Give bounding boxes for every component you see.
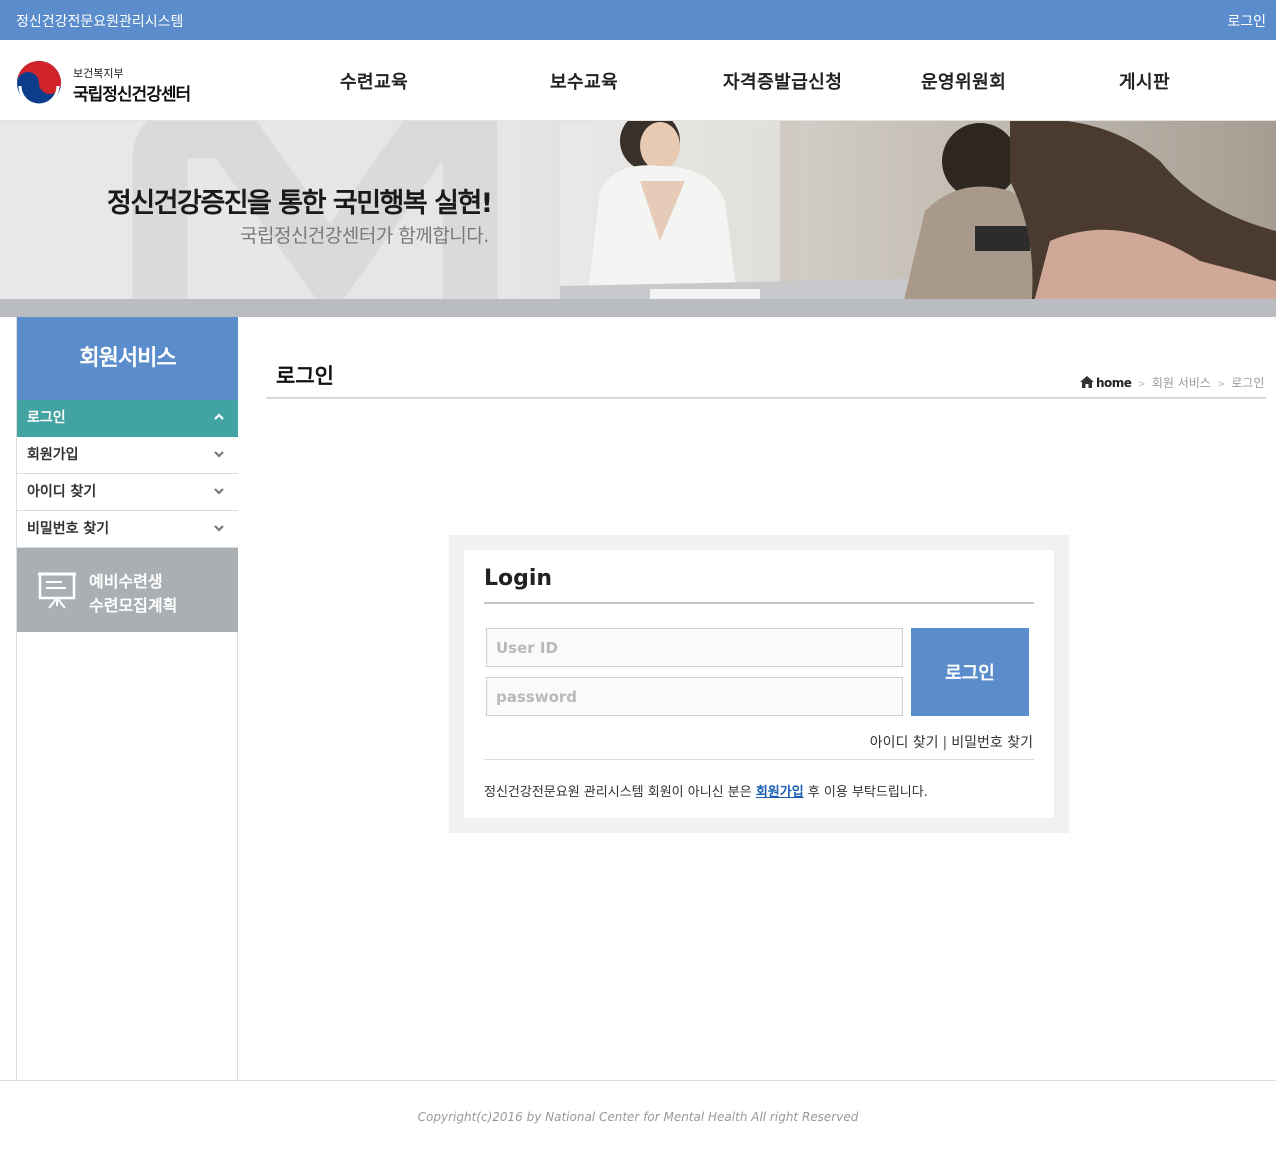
nav-training[interactable]: 수련교육 [340,68,408,94]
nav-steering-committee[interactable]: 운영위원회 [921,68,1006,94]
page-title: 로그인 [276,364,334,388]
side-nav-title: 회원서비스 [17,317,238,400]
login-button[interactable]: 로그인 [911,628,1029,716]
sidebar-item-label: 로그인 [27,410,66,426]
chevron-up-icon [214,413,224,420]
promo-line-2: 수련모집계획 [89,596,178,615]
hero-banner: 정신건강증진을 통한 국민행복 실현! 국립정신건강센터가 함께합니다. [0,121,1276,317]
sidebar-item-find-password[interactable]: 비밀번호 찾기 [17,511,238,548]
breadcrumb-home[interactable]: home [1096,376,1132,390]
password-input[interactable] [486,677,903,716]
sidebar-item-label: 비밀번호 찾기 [27,521,110,537]
login-divider [484,602,1034,604]
login-form: Login 로그인 아이디 찾기|비밀번호 찾기 정신건강전문요원 관리시스템 … [464,550,1054,818]
side-navigation: 회원서비스 로그인 회원가입 아이디 찾기 비밀번호 찾기 예비수련생 수련모집… [16,317,238,1080]
signup-link[interactable]: 회원가입 [756,785,804,800]
nav-certificate-application[interactable]: 자격증발급신청 [723,68,842,94]
sidebar-item-find-id[interactable]: 아이디 찾기 [17,474,238,511]
promo-line-1: 예비수련생 [89,572,163,591]
signup-notice: 정신건강전문요원 관리시스템 회원이 아니신 분은 회원가입 후 이용 부탁드립… [484,781,928,800]
site-header: 보건복지부 국립정신건강센터 수련교육 보수교육 자격증발급신청 운영위원회 게… [0,40,1276,121]
user-id-input[interactable] [486,628,903,667]
notice-text-before: 정신건강전문요원 관리시스템 회원이 아니신 분은 [484,785,756,800]
chevron-down-icon [214,488,224,495]
breadcrumb-member-service[interactable]: 회원 서비스 [1152,376,1211,390]
link-separator: | [942,735,948,751]
title-divider [266,397,1266,399]
site-logo[interactable]: 보건복지부 국립정신건강센터 [16,60,216,106]
chevron-down-icon [214,525,224,532]
chevron-down-icon [214,451,224,458]
notice-divider [484,759,1034,760]
center-name: 국립정신건강센터 [73,85,191,105]
sidebar-item-label: 회원가입 [27,447,79,463]
login-panel: Login 로그인 아이디 찾기|비밀번호 찾기 정신건강전문요원 관리시스템 … [449,535,1069,833]
banner-subline: 국립정신건강센터가 함께합니다. [240,225,489,247]
find-account-links: 아이디 찾기 | 비밀번호 찾기 [870,732,1033,752]
sidebar-item-login[interactable]: 로그인 [17,400,238,437]
system-name: 정신건강전문요원관리시스템 [16,14,184,30]
nav-board[interactable]: 게시판 [1119,68,1170,94]
home-icon [1080,376,1094,388]
nav-continuing-education[interactable]: 보수교육 [550,68,618,94]
top-login-link[interactable]: 로그인 [1227,11,1266,31]
top-utility-bar: 정신건강전문요원관리시스템 로그인 [0,0,1276,40]
find-id-link[interactable]: 아이디 찾기 [870,735,939,751]
find-password-link[interactable]: 비밀번호 찾기 [951,735,1033,751]
footer-divider [0,1080,1276,1081]
login-heading: Login [484,566,553,591]
banner-headline: 정신건강증진을 통한 국민행복 실현! [107,188,493,219]
notice-text-after: 후 이용 부탁드립니다. [803,785,928,800]
taegeuk-emblem-icon [17,61,61,106]
trainee-recruitment-banner[interactable]: 예비수련생 수련모집계획 [17,548,238,632]
ministry-name: 보건복지부 [73,67,124,80]
copyright-text: Copyright(c)2016 by National Center for … [417,1110,859,1124]
presentation-board-icon [38,572,76,609]
breadcrumb: home > 회원 서비스 > 로그인 [1080,374,1264,391]
breadcrumb-current: 로그인 [1231,376,1265,390]
sidebar-item-label: 아이디 찾기 [27,484,97,500]
sidebar-item-signup[interactable]: 회원가입 [17,437,238,474]
